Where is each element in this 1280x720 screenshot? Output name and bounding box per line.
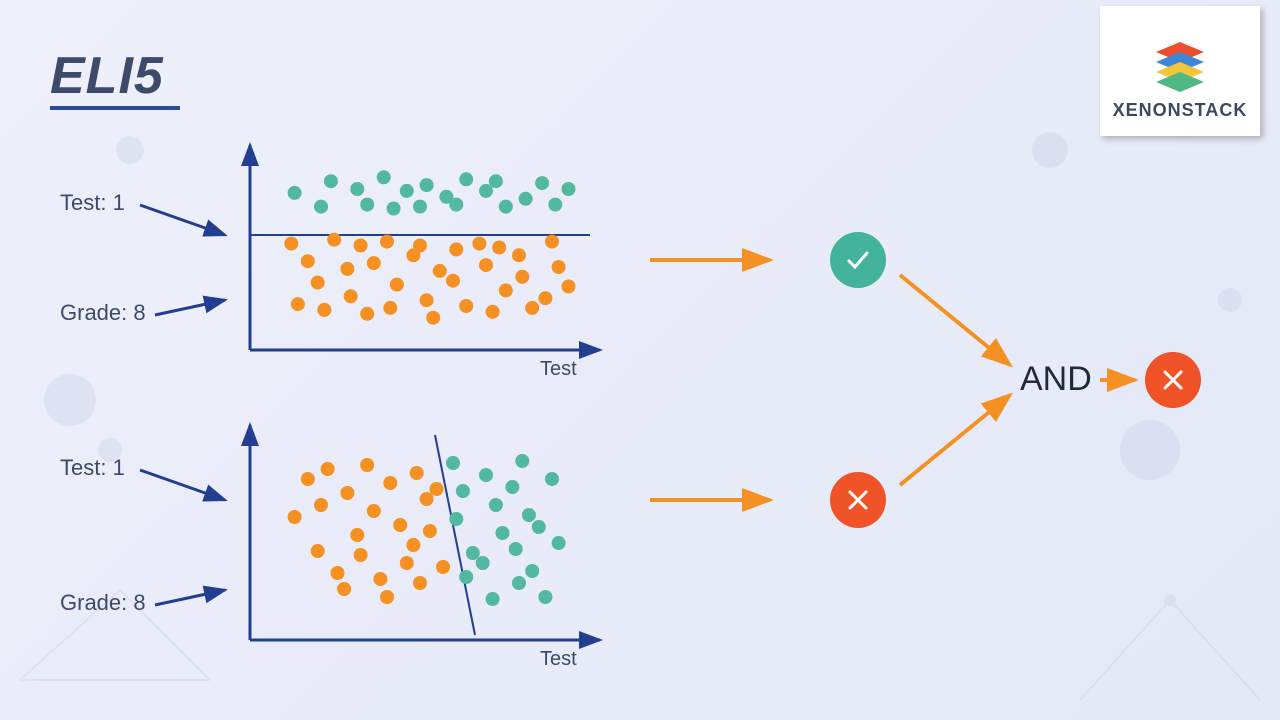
scatter-plot-top [230, 140, 610, 370]
label-grade-8-bottom: Grade: 8 [60, 590, 146, 616]
scatter-plot-bottom [230, 420, 610, 660]
xenonstack-logo-icon [1145, 22, 1215, 92]
and-gate-label: AND [1020, 360, 1092, 399]
brand-name: XENONSTACK [1113, 100, 1248, 121]
result-check-icon [830, 232, 886, 288]
xaxis-label-top: Test [540, 358, 577, 381]
label-grade-8-top: Grade: 8 [60, 300, 146, 326]
xaxis-label-bottom: Test [540, 648, 577, 671]
page-title: ELI5 [50, 46, 164, 106]
label-test-1-top: Test: 1 [60, 190, 125, 216]
output-cross-icon [1145, 352, 1201, 408]
result-cross-icon [830, 472, 886, 528]
brand-logo-box: XENONSTACK [1100, 6, 1260, 136]
label-test-1-bottom: Test: 1 [60, 455, 125, 481]
title-underline [50, 106, 180, 110]
